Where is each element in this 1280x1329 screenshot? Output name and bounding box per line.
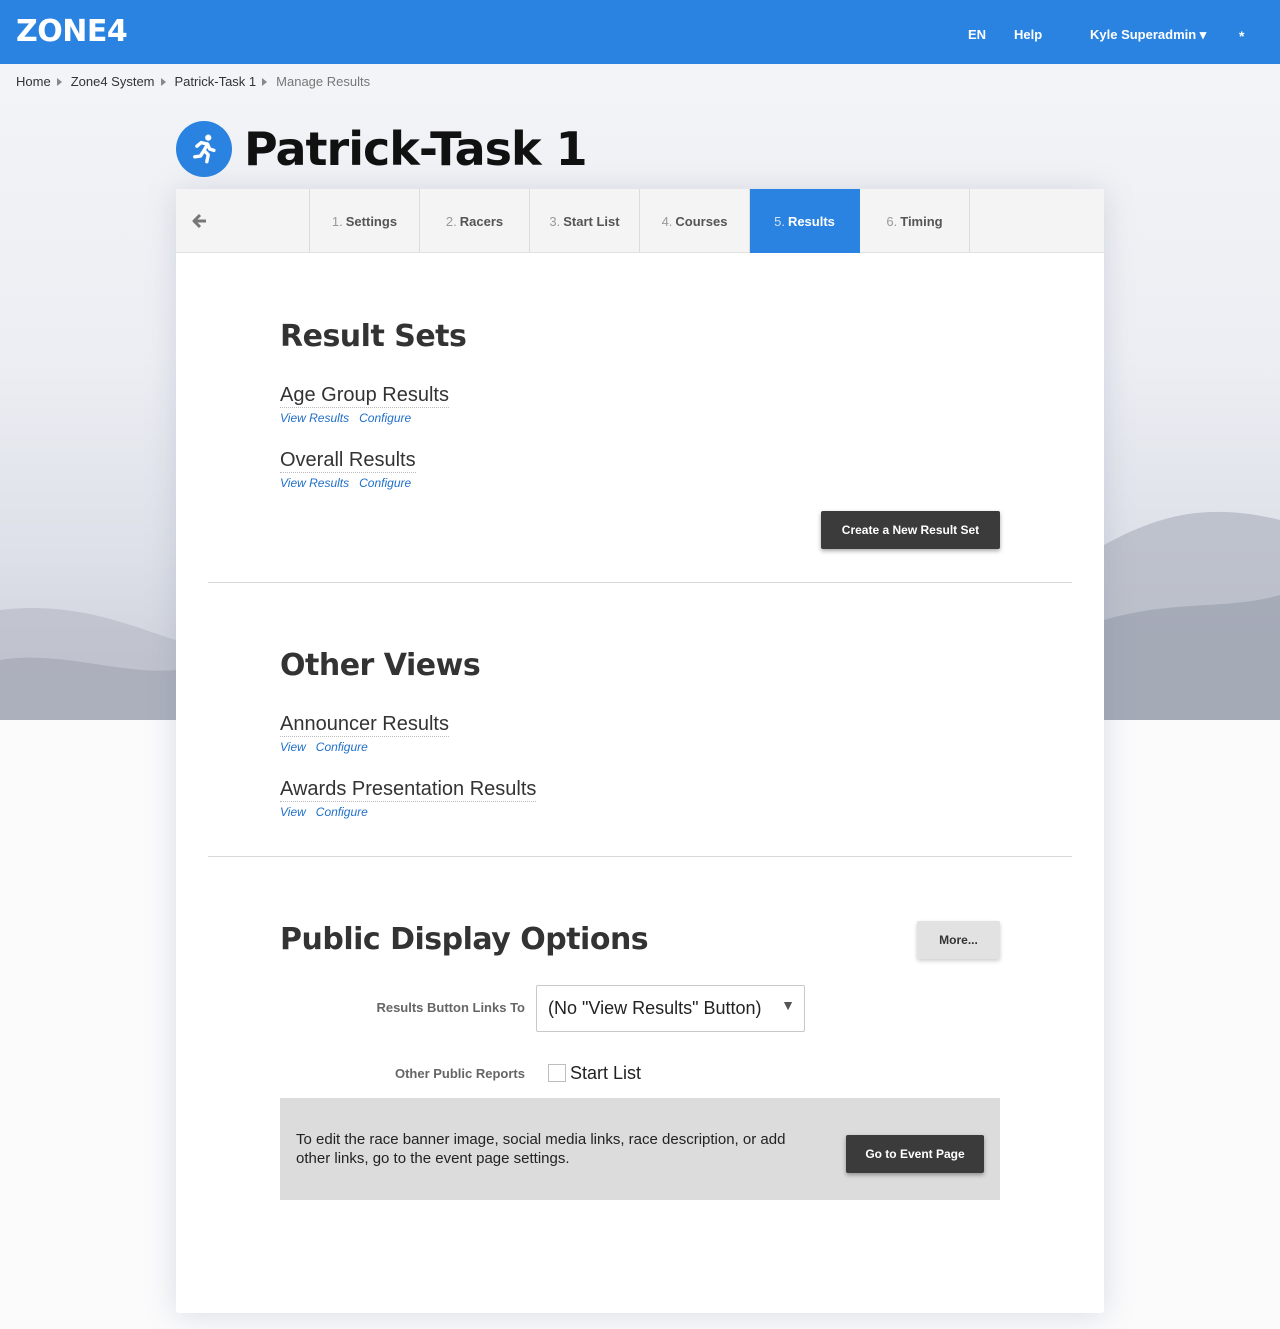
configure-link[interactable]: Configure <box>316 805 368 819</box>
zone4-logo[interactable]: ZONE4 <box>16 14 128 49</box>
view-results-link[interactable]: View Results <box>280 411 349 425</box>
other-public-reports-label: Other Public Reports <box>394 1066 525 1081</box>
arrow-left-icon <box>192 213 206 229</box>
configure-link[interactable]: Configure <box>359 476 411 490</box>
tab-label: Courses <box>675 213 728 229</box>
breadcrumb-current: Manage Results <box>276 74 371 89</box>
view-link[interactable]: View <box>280 805 306 819</box>
tab-start-list[interactable]: 3. Start List <box>530 189 640 253</box>
notice-text: To edit the race banner image, social me… <box>296 1131 786 1167</box>
other-view-links: View Configure <box>280 740 368 754</box>
breadcrumb-separator-icon <box>262 77 268 86</box>
tab-bar: 1. Settings 2. Racers 3. Start List 4. Cours… <box>176 189 1104 253</box>
results-button-select[interactable]: (No "View Results" Button) ▼ <box>536 985 805 1032</box>
tab-label: Start List <box>563 213 620 229</box>
tab-number: 2. <box>445 213 457 229</box>
event-page-notice: To edit the race banner image, social me… <box>280 1098 1000 1200</box>
runner-icon <box>176 121 232 177</box>
breadcrumb-zone4-system[interactable]: Zone4 System <box>71 74 155 89</box>
start-list-checkbox-label[interactable]: Start List <box>570 1063 641 1084</box>
tab-number: 3. <box>549 213 561 229</box>
view-results-link[interactable]: View Results <box>280 476 349 490</box>
tab-timing[interactable]: 6. Timing <box>860 189 970 253</box>
tab-label: Racers <box>459 213 504 229</box>
result-set-links: View Results Configure <box>280 476 411 490</box>
results-button-label: Results Button Links To <box>376 1000 525 1015</box>
tab-label: Results <box>787 213 835 229</box>
configure-link[interactable]: Configure <box>316 740 368 754</box>
tab-number: 1. <box>331 213 343 229</box>
tab-racers[interactable]: 2. Racers <box>420 189 530 253</box>
tab-number: 4. <box>661 213 673 229</box>
tab-label: Settings <box>345 213 398 229</box>
result-set-links: View Results Configure <box>280 411 411 425</box>
triangle-down-icon: ▼ <box>781 997 795 1013</box>
start-list-checkbox[interactable] <box>548 1064 566 1082</box>
section-divider <box>208 582 1072 583</box>
tab-results[interactable]: 5. Results <box>750 189 860 253</box>
create-result-set-button[interactable]: Create a New Result Set <box>821 511 1000 549</box>
top-navigation-bar: ZONE4 EN Help Kyle Superadmin ▾ * <box>0 0 1280 64</box>
breadcrumb-home[interactable]: Home <box>16 74 51 89</box>
other-view-links: View Configure <box>280 805 368 819</box>
result-set-title[interactable]: Overall Results <box>280 448 416 473</box>
section-divider <box>208 856 1072 857</box>
view-link[interactable]: View <box>280 740 306 754</box>
tab-number: 5. <box>774 213 785 229</box>
back-button[interactable] <box>176 189 310 253</box>
page-title: Patrick-Task 1 <box>244 122 588 176</box>
tab-settings[interactable]: 1. Settings <box>310 189 420 253</box>
results-button-selected-value: (No "View Results" Button) <box>548 998 762 1018</box>
breadcrumb-separator-icon <box>56 77 62 86</box>
other-views-heading: Other Views <box>280 648 481 683</box>
asterisk-menu[interactable]: * <box>1239 28 1244 44</box>
tab-label: Timing <box>900 213 943 229</box>
tab-courses[interactable]: 4. Courses <box>640 189 750 253</box>
breadcrumb: Home Zone4 System Patrick-Task 1 Manage … <box>16 74 370 89</box>
other-view-title[interactable]: Announcer Results <box>280 712 449 737</box>
go-to-event-page-button[interactable]: Go to Event Page <box>846 1135 984 1173</box>
tab-number: 6. <box>886 213 898 229</box>
result-sets-heading: Result Sets <box>280 319 467 354</box>
breadcrumb-event[interactable]: Patrick-Task 1 <box>175 74 257 89</box>
public-display-heading: Public Display Options <box>280 922 649 957</box>
more-options-button[interactable]: More... <box>917 921 1000 959</box>
configure-link[interactable]: Configure <box>359 411 411 425</box>
result-set-title[interactable]: Age Group Results <box>280 383 449 408</box>
language-selector[interactable]: EN <box>968 27 986 42</box>
help-link[interactable]: Help <box>1014 27 1042 42</box>
user-menu[interactable]: Kyle Superadmin ▾ <box>1090 27 1206 43</box>
main-card: 1. Settings 2. Racers 3. Start List 4. Cours… <box>176 189 1104 1313</box>
breadcrumb-separator-icon <box>160 77 166 86</box>
other-view-title[interactable]: Awards Presentation Results <box>280 777 537 802</box>
